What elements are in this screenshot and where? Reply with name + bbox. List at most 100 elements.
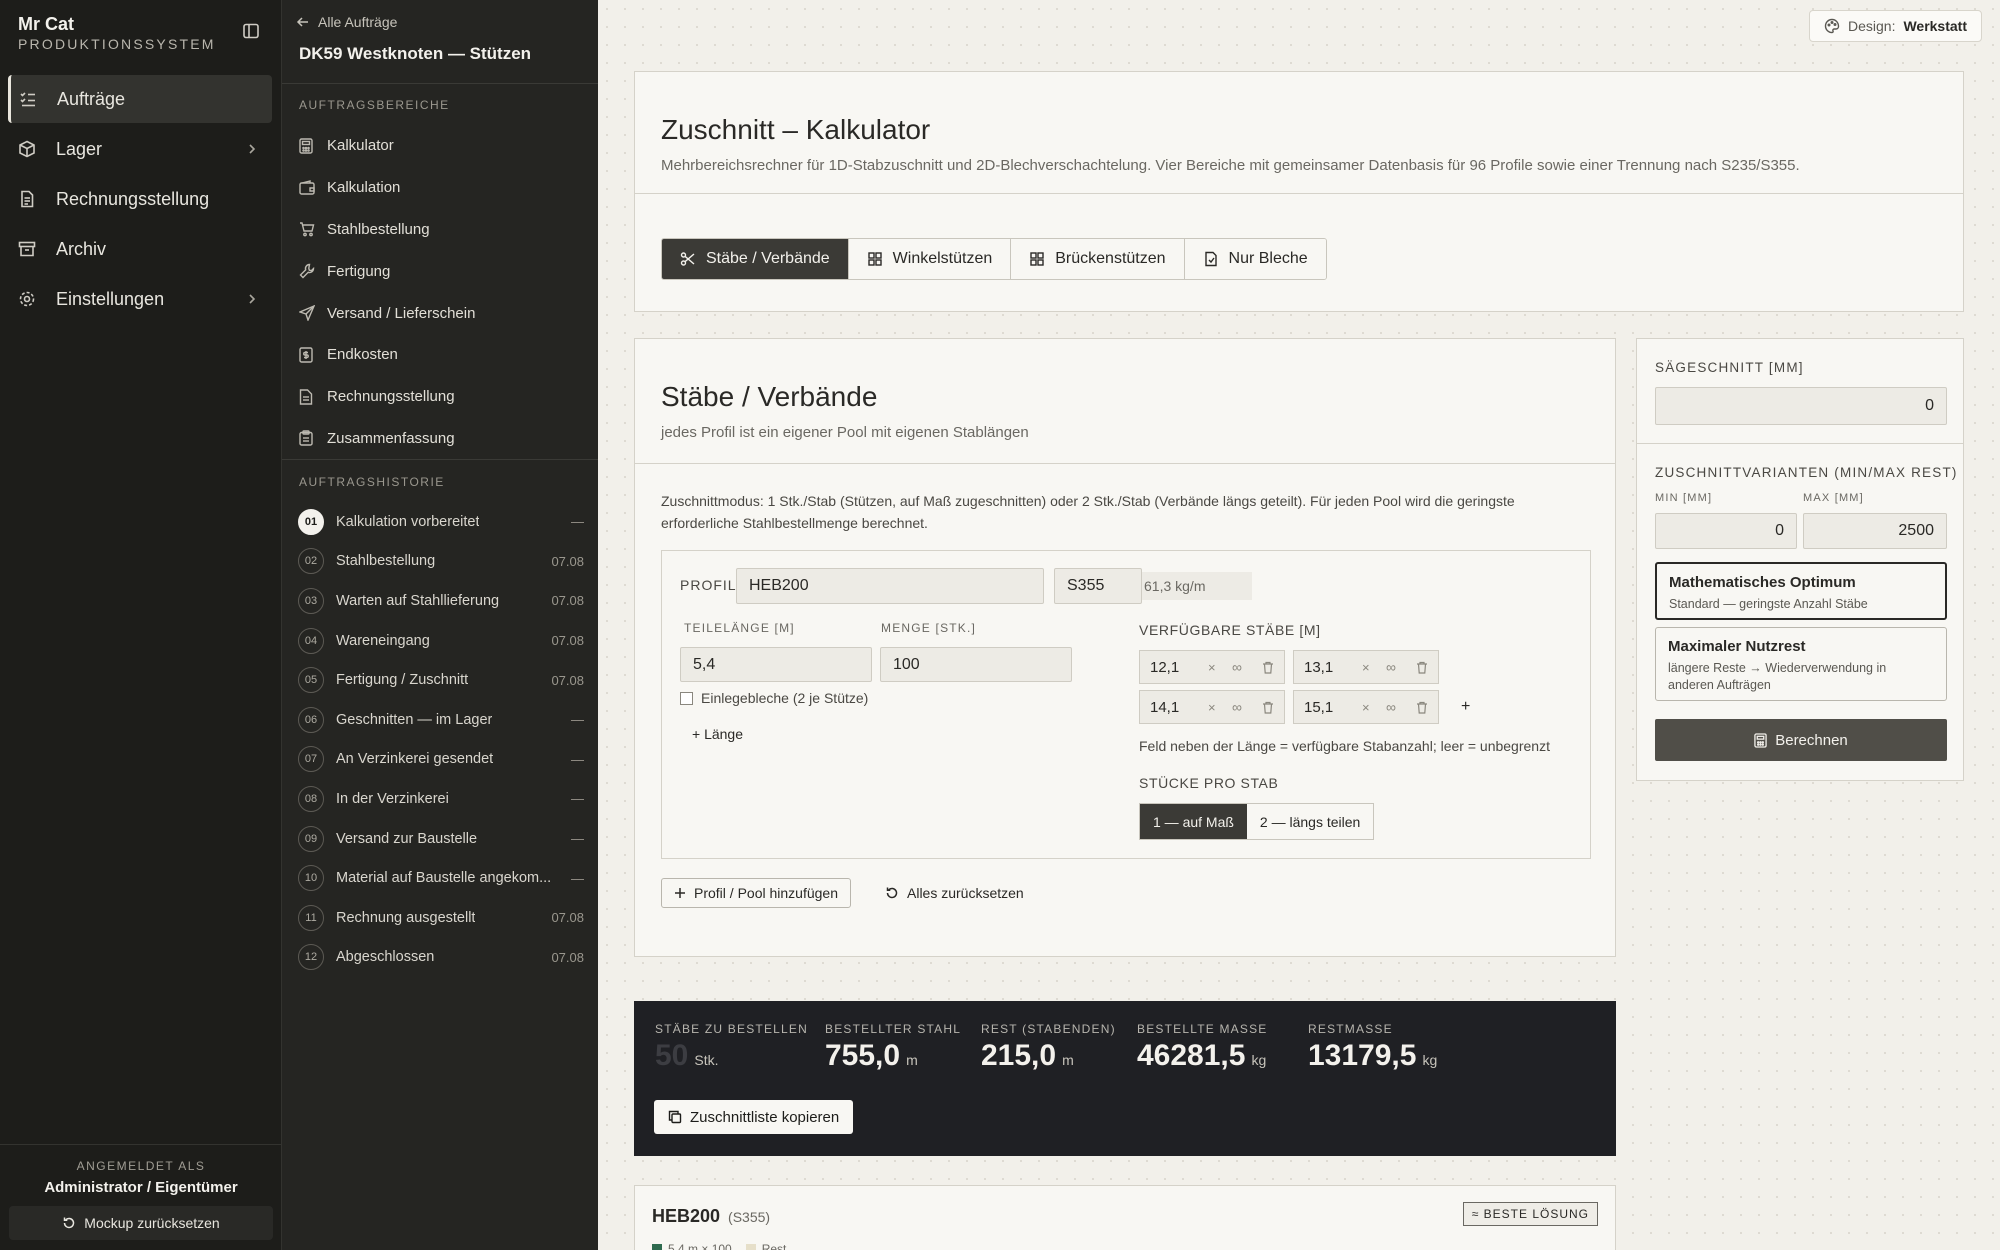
copy-cutlist-button[interactable]: Zuschnittliste kopieren	[654, 1100, 854, 1134]
nav-label: Lager	[56, 138, 103, 159]
bar-count-input[interactable]: ∞	[1386, 699, 1396, 715]
step-date: 07.08	[551, 633, 584, 649]
bar-count-input[interactable]: ∞	[1232, 699, 1242, 715]
step-date: 07.08	[551, 672, 584, 688]
option-nutzrest[interactable]: Maximaler Nutzrest längere Reste → Wiede…	[1655, 627, 1947, 701]
trash-icon[interactable]	[1416, 701, 1428, 714]
cart-icon	[299, 221, 315, 237]
history-item[interactable]: 01 Kalkulation vorbereitet —	[298, 502, 584, 542]
reset-mockup-button[interactable]: Mockup zurücksetzen	[9, 1206, 273, 1240]
max-input[interactable]: 2500	[1803, 513, 1947, 549]
add-length-button[interactable]: + Länge	[692, 726, 743, 742]
history-item[interactable]: 05 Fertigung / Zuschnitt 07.08	[298, 660, 584, 700]
history-item[interactable]: 03 Warten auf Stahllieferung 07.08	[298, 581, 584, 621]
einlege-checkbox-row[interactable]: Einlegebleche (2 je Stütze)	[680, 690, 868, 706]
menge-input[interactable]: 100	[880, 647, 1072, 682]
bar-count-input[interactable]: ∞	[1232, 659, 1242, 675]
step-number: 06	[298, 706, 324, 733]
min-input[interactable]: 0	[1655, 513, 1797, 549]
tab-nur-bleche[interactable]: Nur Bleche	[1184, 239, 1326, 279]
area-versand[interactable]: Versand / Lieferschein	[299, 292, 475, 334]
history-item[interactable]: 09 Versand zur Baustelle —	[298, 819, 584, 859]
stat-unit: kg	[1251, 1052, 1267, 1068]
grid-icon	[1029, 251, 1045, 267]
tab-winkelstuetzen[interactable]: Winkelstützen	[848, 239, 1012, 279]
bar-input[interactable]: 13,1 × ∞	[1293, 650, 1439, 684]
area-rechnungsstellung[interactable]: Rechnungsstellung	[299, 376, 475, 418]
stat-unit: m	[906, 1052, 918, 1068]
stat-unit: m	[1062, 1052, 1074, 1068]
tab-brueckenstuetzen[interactable]: Brückenstützen	[1011, 239, 1185, 279]
step-label: Material auf Baustelle angekom...	[336, 870, 552, 887]
nav-item-archiv[interactable]: Archiv	[8, 225, 272, 273]
stat-unit: kg	[1422, 1052, 1438, 1068]
design-switcher[interactable]: Design: Werkstatt	[1808, 10, 1982, 42]
bar-input[interactable]: 15,1 × ∞	[1293, 690, 1439, 724]
calculator-card: Zuschnitt – Kalkulator Mehrbereichsrechn…	[634, 71, 1964, 312]
send-icon	[299, 305, 315, 322]
step-number: 04	[298, 627, 324, 654]
nav-item-rechnungsstellung[interactable]: Rechnungsstellung	[8, 175, 272, 223]
divider	[282, 459, 598, 460]
nav-item-auftraege[interactable]: Aufträge	[8, 75, 272, 123]
area-stahlbestellung[interactable]: Stahlbestellung	[299, 209, 475, 251]
history-list: 01 Kalkulation vorbereitet — 02 Stahlbestell…	[298, 502, 584, 977]
option-title: Mathematisches Optimum	[1669, 574, 1856, 591]
step-number: 01	[298, 508, 324, 535]
option-optimum[interactable]: Mathematisches Optimum Standard — gering…	[1655, 562, 1947, 620]
profil-input[interactable]: HEB200	[736, 568, 1044, 604]
back-link[interactable]: Alle Aufträge	[296, 14, 397, 30]
bar-input[interactable]: 14,1 × ∞	[1139, 690, 1285, 724]
area-fertigung[interactable]: Fertigung	[299, 250, 475, 292]
calculate-button[interactable]: Berechnen	[1655, 719, 1947, 761]
reset-icon	[885, 886, 899, 900]
history-item[interactable]: 12 Abgeschlossen 07.08	[298, 938, 584, 978]
menge-label: MENGE [STK.]	[881, 621, 977, 635]
reset-mockup-label: Mockup zurücksetzen	[84, 1215, 220, 1231]
stat-value: 215,0	[981, 1039, 1057, 1072]
nav-item-lager[interactable]: Lager	[8, 125, 272, 173]
sidebar-toggle-icon[interactable]	[242, 22, 260, 40]
area-endkosten[interactable]: Endkosten	[299, 334, 475, 376]
history-item[interactable]: 06 Geschnitten — im Lager —	[298, 700, 584, 740]
area-kalkulation[interactable]: Kalkulation	[299, 167, 475, 209]
saw-input[interactable]: 0	[1655, 387, 1947, 425]
step-label: Versand zur Baustelle	[336, 830, 478, 847]
einlege-checkbox[interactable]	[680, 691, 693, 705]
palette-icon	[1824, 18, 1840, 34]
history-item[interactable]: 04 Wareneingang 07.08	[298, 621, 584, 661]
add-pool-button[interactable]: Profil / Pool hinzufügen	[661, 878, 851, 908]
trash-icon[interactable]	[1262, 701, 1274, 714]
pieces-option-1[interactable]: 1 — auf Maß	[1140, 804, 1247, 839]
teillaenge-input[interactable]: 5,4	[680, 647, 872, 682]
trash-icon[interactable]	[1262, 661, 1274, 674]
add-bar-button[interactable]: +	[1447, 690, 1470, 724]
settings-card: SÄGESCHNITT [MM] 0 ZUSCHNITTVARIANTEN (M…	[1636, 338, 1964, 781]
grade-select[interactable]: S355	[1054, 568, 1142, 604]
reset-all-button[interactable]: Alles zurücksetzen	[885, 878, 1024, 908]
staebe-card: Stäbe / Verbände jedes Profil ist ein ei…	[634, 338, 1616, 957]
history-item[interactable]: 10 Material auf Baustelle angekom... —	[298, 858, 584, 898]
staebe-title: Stäbe / Verbände	[661, 381, 878, 412]
tab-staebe[interactable]: Stäbe / Verbände	[662, 239, 849, 279]
step-label: Fertigung / Zuschnitt	[336, 672, 469, 689]
bars-label: VERFÜGBARE STÄBE [M]	[1139, 622, 1321, 638]
pieces-option-2[interactable]: 2 — längs teilen	[1247, 804, 1373, 839]
history-item[interactable]: 02 Stahlbestellung 07.08	[298, 542, 584, 582]
clipboard-icon	[299, 430, 315, 447]
area-label: Rechnungsstellung	[327, 388, 455, 406]
step-label: Abgeschlossen	[336, 949, 435, 966]
history-item[interactable]: 08 In der Verzinkerei —	[298, 779, 584, 819]
weight-readout: 61,3 kg/m	[1142, 572, 1252, 600]
history-item[interactable]: 07 An Verzinkerei gesendet —	[298, 740, 584, 780]
brand-subtitle: PRODUKTIONSSYSTEM	[18, 36, 216, 52]
tab-label: Stäbe / Verbände	[706, 250, 830, 267]
step-number: 12	[298, 944, 324, 971]
bar-count-input[interactable]: ∞	[1386, 659, 1396, 675]
nav-item-einstellungen[interactable]: Einstellungen	[8, 275, 272, 323]
bar-input[interactable]: 12,1 × ∞	[1139, 650, 1285, 684]
area-kalkulator[interactable]: Kalkulator	[299, 125, 475, 167]
history-item[interactable]: 11 Rechnung ausgestellt 07.08	[298, 898, 584, 938]
area-zusammenfassung[interactable]: Zusammenfassung	[299, 418, 475, 460]
trash-icon[interactable]	[1416, 661, 1428, 674]
